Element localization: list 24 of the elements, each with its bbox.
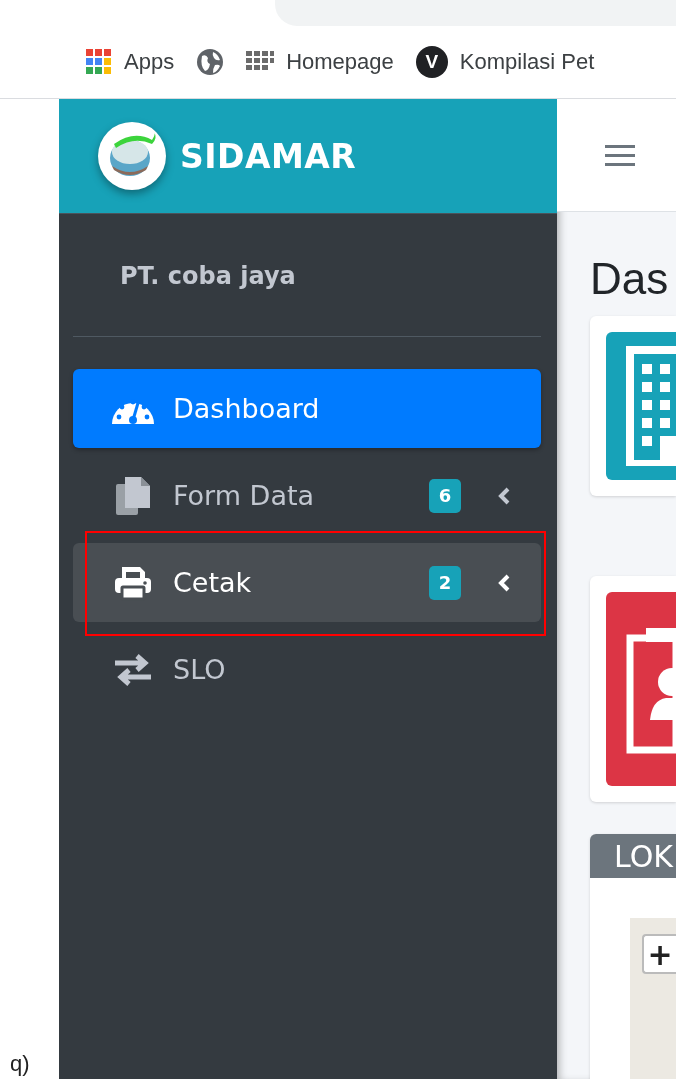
page-heading: Das: [590, 254, 670, 304]
site-logo-icon: V: [415, 46, 448, 78]
globe-icon[interactable]: [196, 48, 225, 76]
zoom-in-button[interactable]: +: [642, 934, 676, 974]
sidebar-item[interactable]: Dashboard: [73, 369, 541, 448]
building-icon: [626, 346, 676, 466]
sidebar-item[interactable]: SLO: [73, 630, 541, 709]
user-name[interactable]: PT. coba jaya: [73, 214, 541, 337]
count-badge: 2: [429, 565, 461, 600]
sidebar-item[interactable]: Form Data 6: [73, 456, 541, 535]
bookmark-link[interactable]: Homepage: [286, 49, 394, 75]
sidebar-item[interactable]: Cetak 2: [73, 543, 541, 622]
grid-icon: [246, 51, 275, 73]
logo-icon: [98, 122, 166, 190]
menu-icon[interactable]: [605, 143, 635, 167]
bookmark-link[interactable]: Kompilasi Pet: [459, 49, 595, 75]
bookmark-link[interactable]: Apps: [124, 49, 175, 75]
documents-icon: [115, 475, 151, 516]
exchange-arrows-icon: [113, 653, 153, 686]
count-badge: 6: [429, 478, 461, 513]
printer-icon: [113, 564, 153, 601]
figure-label: q): [10, 1051, 31, 1077]
card-header: LOK: [590, 834, 676, 878]
apps-grid-icon: [86, 49, 112, 75]
